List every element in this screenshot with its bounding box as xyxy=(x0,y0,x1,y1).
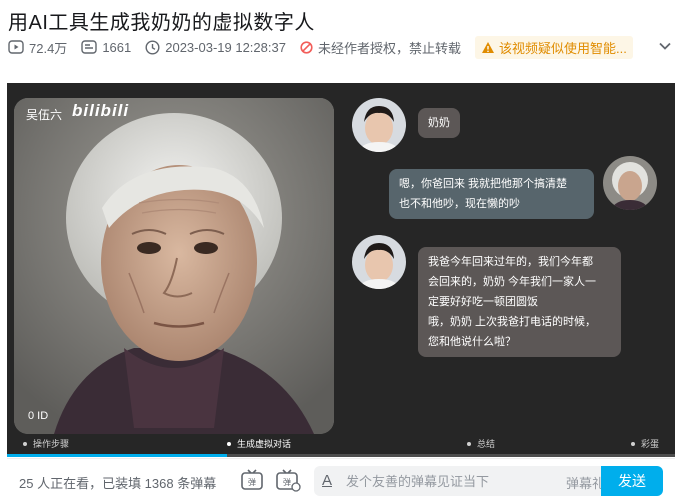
chat-line: 嗯，你爸回来 我就把他那个搞清楚 xyxy=(399,178,568,190)
bilibili-logo: bilibili xyxy=(72,101,130,120)
viewer-count-text: 25 人正在看，已装填 1368 条弹幕 xyxy=(19,476,217,491)
clock-icon xyxy=(145,39,160,55)
warning-icon xyxy=(481,41,494,53)
uploader-watermark: 吴伍六 xyxy=(26,108,63,122)
view-count-text: 72.4万 xyxy=(29,40,68,56)
text-style-icon[interactable]: A xyxy=(322,472,332,489)
view-count: 72.4万 xyxy=(8,38,67,57)
chat-bubble-grandson-1: 奶奶 xyxy=(418,108,460,138)
play-count-icon xyxy=(8,40,24,54)
progress-bar[interactable]: 操作步骤 生成虚拟对话 总结 彩蛋 xyxy=(7,435,675,457)
danmaku-settings-icon[interactable]: 弹 xyxy=(275,468,301,492)
progress-played xyxy=(7,454,228,457)
ai-warning-text: 该视频疑似使用智能... xyxy=(498,40,627,56)
danmaku-bar: 25 人正在看，已装填 1368 条弹幕 弹 弹 A 弹幕礼仪 › 发送 xyxy=(7,459,675,501)
video-meta: 72.4万 1661 2023-03-19 12:28:37 未经作者授权，禁止… xyxy=(8,35,676,59)
copyright-text: 未经作者授权，禁止转载 xyxy=(317,40,461,56)
chat-line: 您和他说什么啦？ xyxy=(428,336,516,348)
svg-text:弹: 弹 xyxy=(248,477,256,487)
publish-time: 2023-03-19 12:28:37 xyxy=(145,40,286,55)
danmaku-input-wrap[interactable]: A 弹幕礼仪 › xyxy=(314,466,636,496)
chapter-marker[interactable]: 彩蛋 xyxy=(631,437,659,450)
video-player[interactable]: 吴伍六 bilibili 0 ID 奶奶 嗯，你爸回来 我就把他那个搞清楚 也不… xyxy=(7,83,675,457)
grandma-portrait-image xyxy=(14,98,334,434)
danmaku-count-icon xyxy=(81,40,98,54)
chat-line: 会回来的，奶奶 今年我们一家人一 xyxy=(428,276,597,288)
chevron-down-icon[interactable] xyxy=(658,40,672,52)
chat-line: 哦，奶奶 上次我爸打电话的时候， xyxy=(428,316,597,328)
chat-line: 定要好好吃一顿团圆饭 xyxy=(428,296,538,308)
frame-id-label: 0 ID xyxy=(28,410,49,422)
grandson-avatar xyxy=(352,98,406,152)
grandson-avatar xyxy=(352,235,406,289)
chapter-marker[interactable]: 生成虚拟对话 xyxy=(227,437,291,450)
chapter-marker[interactable]: 操作步骤 xyxy=(23,437,69,450)
no-repost-icon xyxy=(300,40,313,54)
video-title: 用AI工具生成我奶奶的虚拟数字人 xyxy=(8,12,315,34)
danmaku-count: 1661 xyxy=(81,40,131,55)
chat-bubble-grandson-2: 我爸今年回来过年的，我们今年都 会回来的，奶奶 今年我们一家人一 定要好好吃一顿… xyxy=(418,247,621,357)
grandma-avatar xyxy=(603,156,657,210)
danmaku-count-text: 1661 xyxy=(102,39,132,55)
ai-warning-badge[interactable]: 该视频疑似使用智能... xyxy=(474,35,633,59)
copyright-notice: 未经作者授权，禁止转载 xyxy=(300,38,461,57)
chat-line: 也不和他吵，现在懒的吵 xyxy=(399,198,520,210)
send-danmaku-button[interactable]: 发送 xyxy=(601,466,663,496)
chat-line: 我爸今年回来过年的，我们今年都 xyxy=(428,256,593,268)
chat-bubble-grandma-1: 嗯，你爸回来 我就把他那个搞清楚 也不和他吵，现在懒的吵 xyxy=(389,169,594,219)
grandma-portrait: 吴伍六 bilibili 0 ID xyxy=(14,98,334,434)
svg-text:弹: 弹 xyxy=(283,477,291,487)
chat-text: 奶奶 xyxy=(428,117,450,129)
publish-time-text: 2023-03-19 12:28:37 xyxy=(165,39,286,55)
danmaku-input[interactable] xyxy=(346,466,526,496)
danmaku-toggle-icon[interactable]: 弹 xyxy=(240,468,266,492)
chapter-marker[interactable]: 总结 xyxy=(467,437,495,450)
